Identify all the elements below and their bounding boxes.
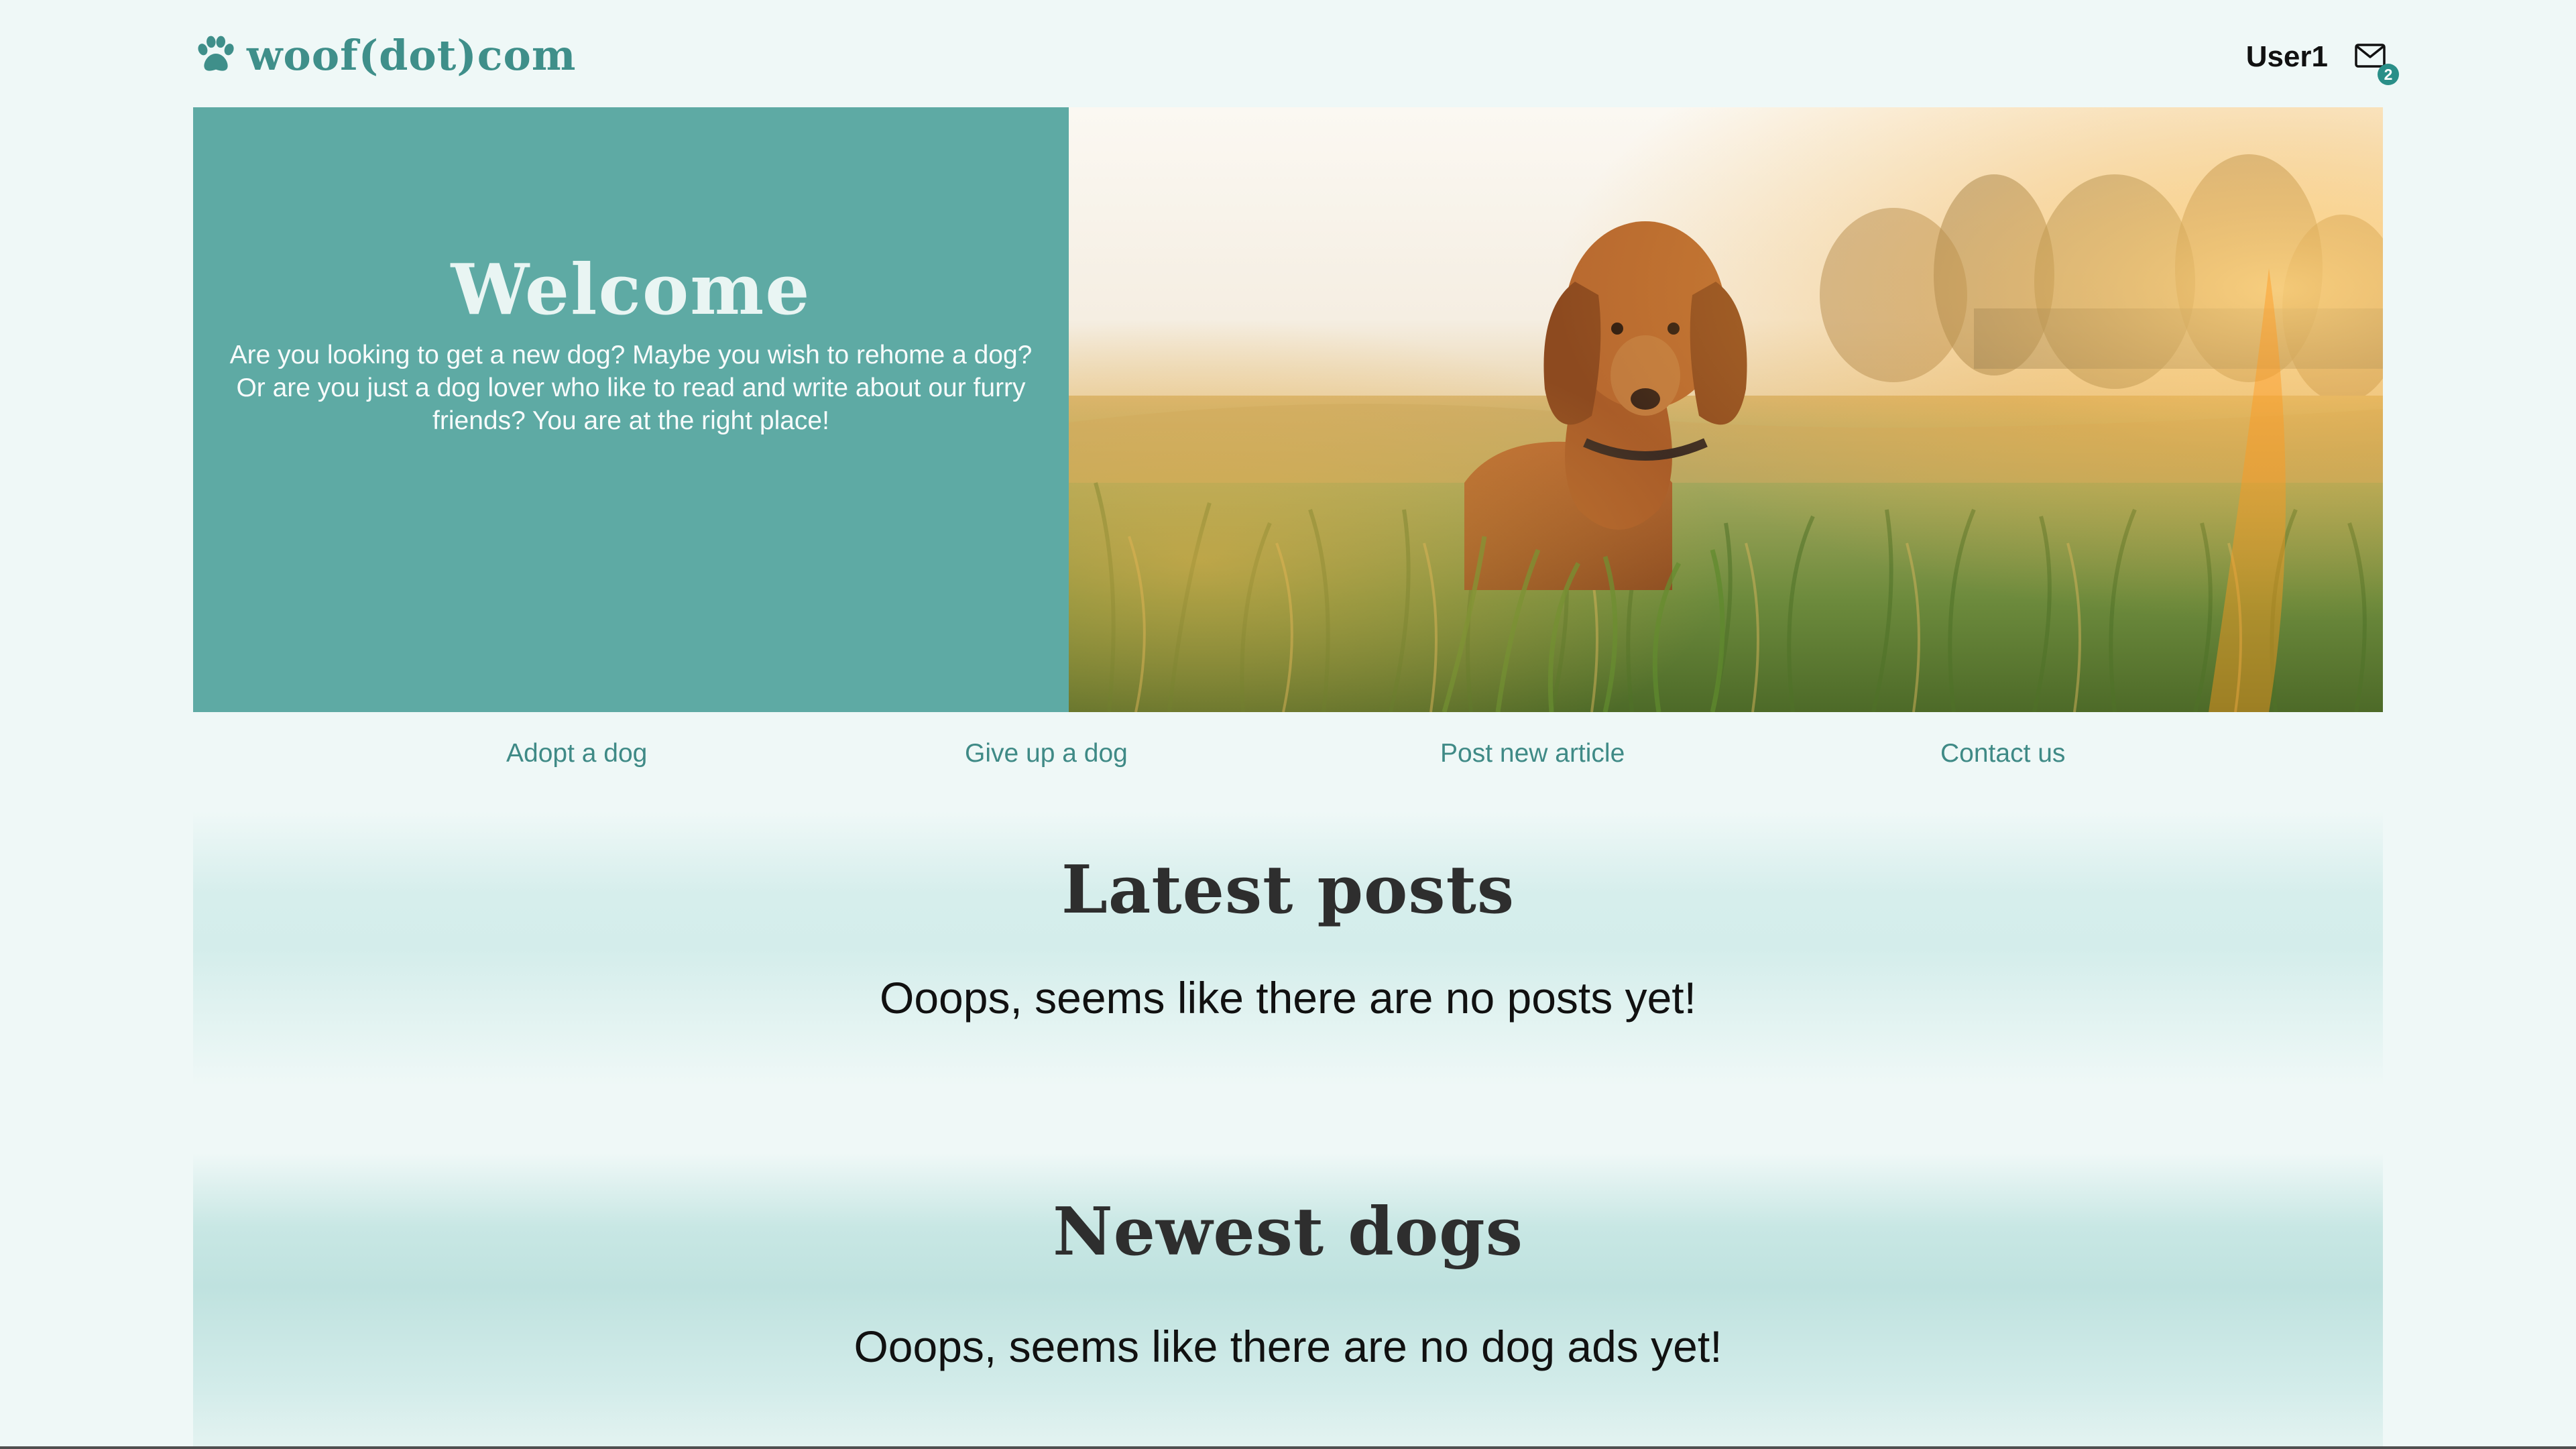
page-bottom-border: [0, 1446, 2576, 1449]
unread-count-badge: 2: [2378, 64, 2399, 85]
welcome-text: Are you looking to get a new dog? Maybe …: [229, 341, 1033, 435]
hero-dog-photo: [1069, 107, 2383, 712]
welcome-panel: Welcome Are you looking to get a new dog…: [193, 107, 1069, 712]
logo-text: woof(dot)com: [247, 30, 577, 80]
user-area: User1 2: [2246, 34, 2399, 85]
site-logo[interactable]: woof(dot)com: [193, 28, 576, 82]
messages-button[interactable]: 2: [2355, 44, 2399, 85]
nav-adopt-a-dog[interactable]: Adopt a dog: [506, 739, 647, 768]
latest-posts-empty-message: Ooops, seems like there are no posts yet…: [880, 973, 1696, 1023]
nav-give-up-a-dog[interactable]: Give up a dog: [965, 739, 1128, 768]
nav-contact-us[interactable]: Contact us: [1940, 739, 2065, 768]
dachshund-in-grass-photo: [1069, 107, 2383, 712]
welcome-title: Welcome: [451, 248, 811, 331]
site-header: woof(dot)com User1 2: [193, 0, 2399, 107]
envelope-icon: [2355, 44, 2386, 68]
newest-dogs-empty-message: Ooops, seems like there are no dog ads y…: [854, 1322, 1722, 1371]
main-navigation: Adopt a dog Give up a dog Post new artic…: [193, 712, 2383, 799]
latest-posts-title: Latest posts: [1061, 852, 1515, 929]
nav-post-new-article[interactable]: Post new article: [1440, 739, 1625, 768]
latest-posts-section: Latest posts Ooops, seems like there are…: [193, 811, 2383, 1086]
hero-banner: Welcome Are you looking to get a new dog…: [193, 107, 2383, 712]
page: woof(dot)com User1 2 Welcome Are you loo…: [193, 0, 2399, 1449]
username-link[interactable]: User1: [2246, 40, 2328, 74]
newest-dogs-title: Newest dogs: [1053, 1194, 1523, 1271]
paw-icon: [198, 36, 234, 71]
newest-dogs-section: Newest dogs Ooops, seems like there are …: [193, 1153, 2383, 1449]
